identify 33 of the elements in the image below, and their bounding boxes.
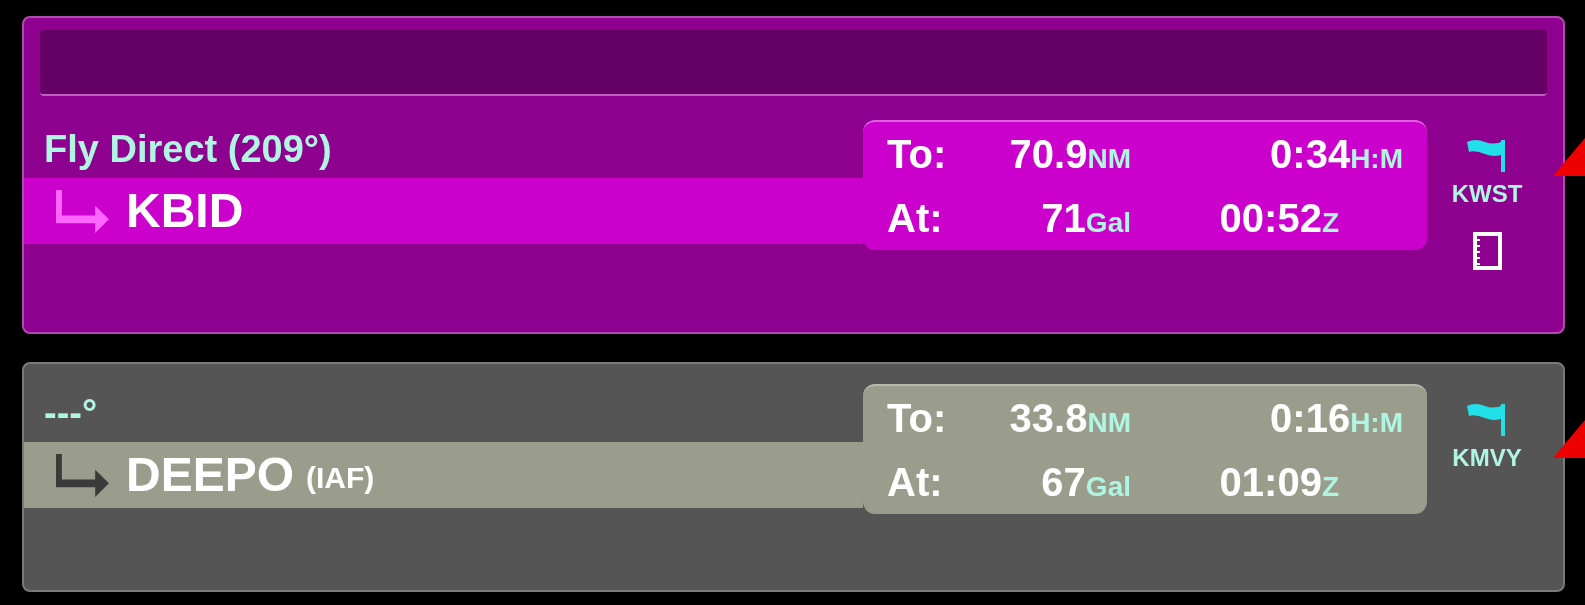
eta-unit: Z	[1321, 471, 1339, 504]
pointer-icon	[1553, 138, 1585, 176]
waypoint-panel[interactable]: Fly Direct (209°) KBID To: 70.9NM 0:34H:M At: 71Gal 00:52Z KWST	[22, 16, 1565, 334]
waypoint-panel[interactable]: ---° DEEPO (IAF) To: 33.8NM 0:16H:M At: 67Gal 01:09Z KMVY	[22, 362, 1565, 592]
to-label: To:	[887, 395, 948, 442]
ete-value: 0:34	[1270, 131, 1351, 178]
destination-band[interactable]: KBID	[24, 178, 863, 244]
airport-code: KWST	[1451, 179, 1523, 209]
notebook-icon[interactable]	[1472, 232, 1502, 270]
eta-unit: Z	[1321, 207, 1339, 240]
at-label: At:	[887, 195, 944, 242]
course-text: ---°	[43, 390, 98, 436]
ete-value: 0:16	[1270, 395, 1351, 442]
fuel-value: 71	[1041, 195, 1086, 242]
eta-value: 00:52	[1219, 195, 1322, 242]
fuel-unit: Gal	[1085, 470, 1131, 504]
distance-value: 70.9	[1009, 131, 1088, 178]
fuel-value: 67	[1041, 459, 1086, 506]
waypoint-name: DEEPO	[126, 447, 295, 503]
pointer-icon	[1553, 420, 1585, 458]
fuel-unit: Gal	[1085, 206, 1131, 240]
distance-unit: NM	[1087, 142, 1131, 176]
distance-value: 33.8	[1009, 395, 1088, 442]
ete-unit: H:M	[1350, 143, 1403, 176]
waypoint-note: (IAF)	[306, 460, 375, 496]
at-label: At:	[887, 459, 944, 506]
waypoint-name: KBID	[126, 183, 244, 239]
to-label: To:	[887, 131, 948, 178]
airport-code: KMVY	[1452, 443, 1522, 473]
course-text: Fly Direct (209°)	[43, 126, 332, 172]
distance-unit: NM	[1087, 407, 1131, 440]
eta-value: 01:09	[1219, 459, 1322, 506]
ete-unit: H:M	[1350, 406, 1403, 440]
